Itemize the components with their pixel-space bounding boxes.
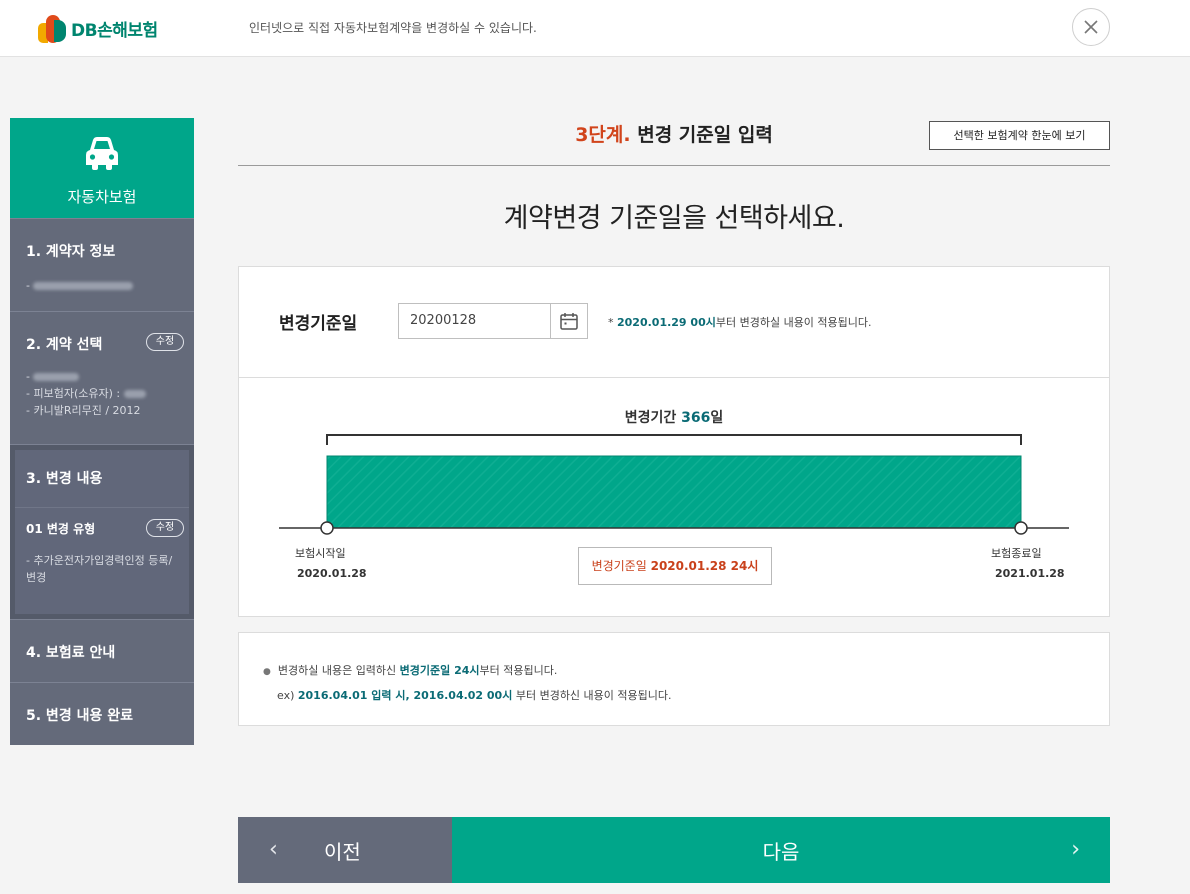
info-box: ● 변경하실 내용은 입력하신 변경기준일 24시부터 적용됩니다. ex) 2… bbox=[238, 632, 1110, 726]
step-heading: 3단계. 변경 기준일 입력 선택한 보험계약 한눈에 보기 bbox=[238, 118, 1110, 166]
step-title: 변경 기준일 입력 bbox=[637, 124, 773, 146]
masked-text bbox=[123, 390, 146, 398]
apply-note: * 2020.01.29 00시부터 변경하실 내용이 적용됩니다. bbox=[608, 316, 872, 329]
top-bar: DB손해보험 인터넷으로 직접 자동차보험계약을 변경하실 수 있습니다. bbox=[0, 0, 1190, 57]
start-date: 2020.01.28 bbox=[297, 567, 367, 580]
sidebar-step-3[interactable]: 3. 변경 내용 01 변경 유형 수정 - 추가운전자가입경력인정 등록/변경 bbox=[10, 444, 194, 619]
step-1-detail: - bbox=[26, 277, 134, 294]
step-2-title: 2. 계약 선택 bbox=[26, 337, 103, 353]
step-2-edit-button[interactable]: 수정 bbox=[146, 333, 184, 351]
step-4-title: 4. 보험료 안내 bbox=[26, 645, 116, 661]
masked-text bbox=[33, 373, 80, 381]
chevron-right-icon: › bbox=[1071, 837, 1080, 862]
period-bar bbox=[326, 455, 1022, 529]
sidebar-product-title: 자동차보험 bbox=[67, 188, 137, 206]
period-title: 변경기간 366일 bbox=[624, 410, 724, 426]
sidebar-product-header: 자동차보험 bbox=[10, 118, 194, 218]
close-button[interactable] bbox=[1072, 8, 1110, 46]
info-line-2: ex) 2016.04.01 입력 시, 2016.04.02 00시 부터 변… bbox=[277, 689, 672, 702]
period-bracket bbox=[326, 434, 1022, 445]
sidebar-step-2[interactable]: 2. 계약 선택 수정 - - 피보험자(소유자) : - 카니발R리무진 / … bbox=[10, 311, 194, 444]
step-3-edit-button[interactable]: 수정 bbox=[146, 519, 184, 537]
calendar-icon bbox=[560, 313, 578, 330]
step-3-panel: 3. 변경 내용 01 변경 유형 수정 - 추가운전자가입경력인정 등록/변경 bbox=[15, 450, 189, 614]
step-3-subtitle: 01 변경 유형 bbox=[26, 522, 96, 536]
change-date-badge: 변경기준일 2020.01.28 24시 bbox=[578, 547, 772, 585]
calendar-button[interactable] bbox=[550, 303, 588, 339]
step-3-title: 3. 변경 내용 bbox=[26, 471, 103, 487]
step-number: 3단계. bbox=[575, 124, 631, 146]
brand-logo[interactable]: DB손해보험 bbox=[38, 10, 158, 46]
masked-text bbox=[33, 282, 134, 290]
chevron-left-icon: ‹ bbox=[269, 837, 278, 862]
start-point bbox=[320, 521, 334, 535]
info-line-1: ● 변경하실 내용은 입력하신 변경기준일 24시부터 적용됩니다. bbox=[263, 664, 558, 677]
change-date-input[interactable]: 20200128 bbox=[398, 303, 550, 339]
step-1-title: 1. 계약자 정보 bbox=[26, 244, 116, 260]
sidebar-step-1[interactable]: 1. 계약자 정보 - bbox=[10, 218, 194, 311]
next-button[interactable]: 다음 › bbox=[452, 817, 1110, 883]
main-question: 계약변경 기준일을 선택하세요. bbox=[503, 203, 845, 234]
brand-name: DB손해보험 bbox=[71, 20, 158, 41]
sidebar-step-4[interactable]: 4. 보험료 안내 bbox=[10, 619, 194, 682]
view-summary-button[interactable]: 선택한 보험계약 한눈에 보기 bbox=[929, 121, 1110, 150]
top-message: 인터넷으로 직접 자동차보험계약을 변경하실 수 있습니다. bbox=[249, 21, 537, 35]
prev-button[interactable]: ‹ 이전 bbox=[238, 817, 452, 883]
end-point bbox=[1014, 521, 1028, 535]
step-5-title: 5. 변경 내용 완료 bbox=[26, 708, 133, 724]
date-input-row: 변경기준일 20200128 * 2020.01.29 00시부터 변경하실 내… bbox=[239, 267, 1109, 378]
end-label: 보험종료일 bbox=[991, 547, 1042, 560]
change-date-label: 변경기준일 bbox=[279, 314, 358, 334]
car-icon bbox=[86, 137, 118, 170]
close-icon bbox=[1084, 20, 1098, 34]
next-label: 다음 bbox=[762, 840, 800, 864]
start-label: 보험시작일 bbox=[295, 547, 346, 560]
prev-label: 이전 bbox=[324, 840, 361, 864]
sidebar-step-5[interactable]: 5. 변경 내용 완료 bbox=[10, 682, 194, 745]
period-timeline bbox=[279, 434, 1069, 535]
logo-mark-icon bbox=[38, 11, 68, 45]
step-2-details: - - 피보험자(소유자) : - 카니발R리무진 / 2012 bbox=[26, 368, 146, 419]
step-3-detail: - 추가운전자가입경력인정 등록/변경 bbox=[26, 554, 173, 584]
date-panel: 변경기준일 20200128 * 2020.01.29 00시부터 변경하실 내… bbox=[238, 266, 1110, 617]
end-date: 2021.01.28 bbox=[995, 567, 1065, 580]
progress-sidebar: 자동차보험 1. 계약자 정보 - 2. 계약 선택 수정 - - 피보험자(소… bbox=[10, 118, 194, 745]
